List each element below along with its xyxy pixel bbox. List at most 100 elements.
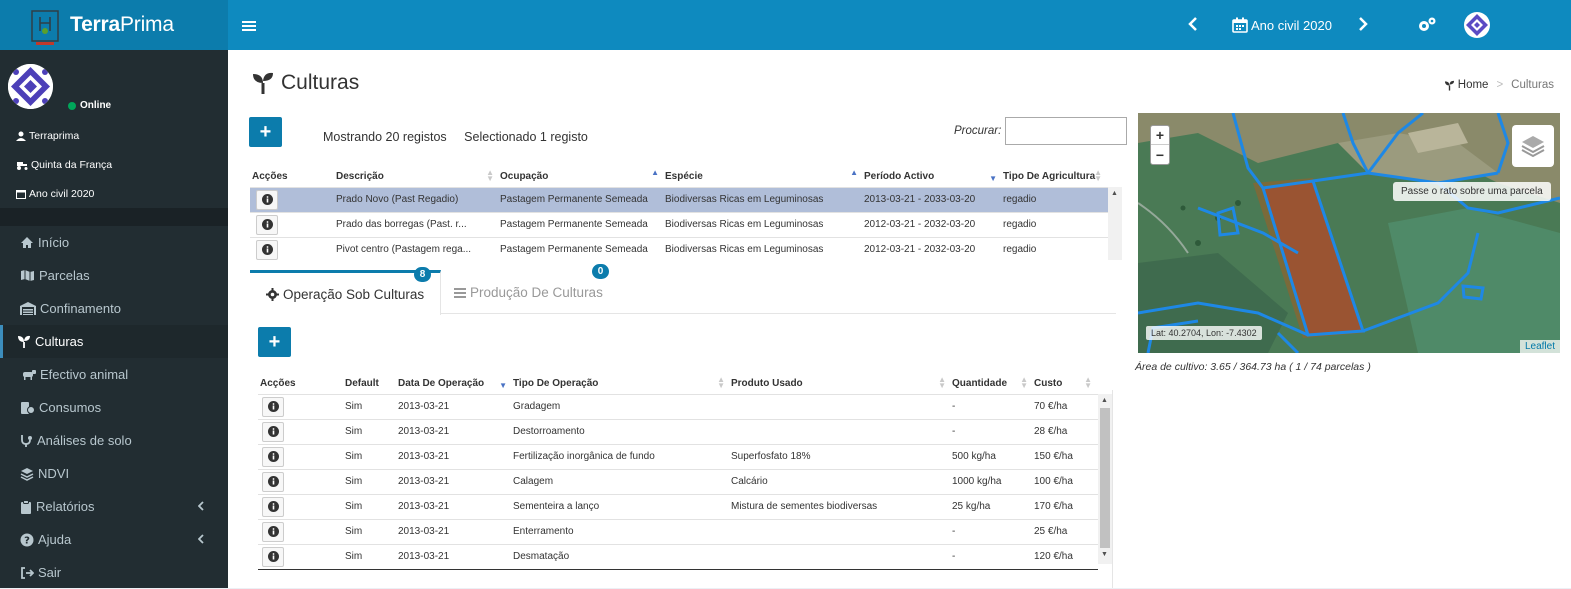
table-cell: -	[952, 518, 1034, 544]
year-selector[interactable]: Ano civil 2020	[1232, 17, 1332, 33]
operations-table: Acções Default Data De Operação ▼ Tipo De…	[258, 374, 1098, 570]
sidebar-item-efectivo-animal[interactable]: Efectivo animal	[0, 358, 228, 391]
info-circle-icon[interactable]	[262, 496, 284, 517]
scroll-up-icon[interactable]: ▲	[1101, 397, 1108, 404]
sidebar-item-sair[interactable]: Sair	[0, 556, 228, 589]
sidebar-item-inicio[interactable]: Início	[0, 226, 228, 259]
table-cell: 28 €/ha	[1034, 418, 1098, 444]
sidebar-item-confinamento[interactable]: Confinamento	[0, 292, 228, 325]
column-header-accoes[interactable]: Acções	[250, 167, 336, 187]
table-cell: Fertilização inorgânica de fundo	[513, 443, 731, 469]
table-cell	[731, 543, 952, 569]
info-circle-icon[interactable]	[262, 546, 284, 567]
parcels-map[interactable]: + − Passe o rato sobre uma parcela Lat: …	[1138, 113, 1560, 353]
sidebar-farm[interactable]: Quinta da França	[16, 159, 112, 171]
column-header-custo[interactable]: Custo ▲ ▼	[1034, 374, 1098, 394]
seedling-icon	[1444, 80, 1454, 91]
sidebar-item-consumos[interactable]: Consumos	[0, 391, 228, 424]
table-cell: 500 kg/ha	[952, 443, 1034, 469]
seedling-icon	[18, 335, 30, 348]
search-input[interactable]	[1005, 117, 1128, 145]
column-header-tipo-de-agricultura[interactable]: Tipo De Agricultura ▲ ▼	[1003, 167, 1108, 187]
sidebar-menu: Início Parcelas Confinamento Culturas Ef…	[0, 226, 228, 589]
info-circle-icon[interactable]	[262, 396, 284, 417]
settings-gears-icon[interactable]	[1417, 16, 1437, 39]
table-row[interactable]: Sim 2013-03-21 Enterramento -25 €/ha	[258, 518, 1098, 544]
table-row[interactable]: Sim 2013-03-21 Desmatação -120 €/ha	[258, 543, 1098, 569]
table-row[interactable]: Prado das borregas (Past. r... Pastagem …	[250, 211, 1108, 237]
add-crop-button[interactable]: +	[249, 117, 282, 147]
table-cell: 2013-03-21	[398, 493, 513, 519]
sort-icon: ▲ ▼	[1094, 168, 1102, 183]
sidebar-year[interactable]: Ano civil 2020	[16, 188, 94, 200]
sidebar-user[interactable]: Terraprima	[16, 130, 79, 142]
column-header-quantidade[interactable]: Quantidade ▲ ▼	[952, 374, 1034, 394]
info-circle-icon[interactable]	[256, 189, 278, 210]
zoom-in-button[interactable]: +	[1151, 126, 1169, 145]
info-circle-icon[interactable]	[262, 446, 284, 467]
sidebar-item-relatorios[interactable]: Relatórios	[0, 490, 228, 523]
chevron-left-icon	[197, 500, 208, 514]
map-coordinates: Lat: 40.2704, Lon: -7.4302	[1146, 326, 1262, 340]
breadcrumb-home[interactable]: Home	[1458, 79, 1489, 91]
column-header-accoes[interactable]: Acções	[258, 374, 345, 394]
sort-asc-icon: ▲	[850, 168, 858, 177]
info-circle-icon[interactable]	[256, 239, 278, 260]
table-row[interactable]: Pivot centro (Pastagem rega... Pastagem …	[250, 236, 1108, 262]
scroll-down-icon[interactable]: ▼	[1101, 551, 1108, 558]
main-content: Culturas Home > Culturas + Mostrando 20 …	[228, 50, 1571, 588]
sidebar-item-parcelas[interactable]: Parcelas	[0, 259, 228, 292]
column-header-tipo-de-operacao[interactable]: Tipo De Operação ▲ ▼	[513, 374, 731, 394]
brand[interactable]: TerraPrima	[0, 0, 228, 50]
table-row[interactable]: Sim 2013-03-21 Calagem Calcário 1000 kg/ha 10…	[258, 468, 1098, 494]
table-cell: 120 €/ha	[1034, 543, 1098, 569]
table-cell	[731, 393, 952, 419]
table-cell: 25 €/ha	[1034, 518, 1098, 544]
sidebar-item-ajuda[interactable]: ? Ajuda	[0, 523, 228, 556]
table-row[interactable]: Sim 2013-03-21 Gradagem -70 €/ha	[258, 393, 1098, 419]
layers-button[interactable]	[1512, 125, 1554, 167]
operations-count-badge: 8	[414, 267, 431, 282]
table-cell: Sim	[345, 443, 398, 469]
layers-icon	[20, 467, 34, 481]
sidebar-item-analises-de-solo[interactable]: Análises de solo	[0, 424, 228, 457]
tab-producao-de-culturas[interactable]: Produção De Culturas 0	[438, 264, 619, 314]
column-header-default[interactable]: Default	[345, 374, 398, 394]
info-circle-icon[interactable]	[262, 421, 284, 442]
scroll-up-icon[interactable]: ▲	[1111, 190, 1118, 197]
info-circle-icon[interactable]	[262, 521, 284, 542]
table-row[interactable]: Sim 2013-03-21 Fertilização inorgânica de …	[258, 443, 1098, 469]
operations-table-scrollbar[interactable]: ▲ ▼	[1098, 394, 1112, 564]
seedling-icon	[253, 72, 273, 94]
table-row[interactable]: Prado Novo (Past Regadio) Pastagem Perma…	[250, 186, 1108, 212]
table-row[interactable]: Sim 2013-03-21 Sementeira a lanço Mistura d…	[258, 493, 1098, 519]
table-row[interactable]: Sim 2013-03-21 Destorroamento -28 €/ha	[258, 418, 1098, 444]
table-cell: -	[952, 543, 1034, 569]
crops-table-scrollbar[interactable]: ▲	[1108, 187, 1122, 260]
column-header-data-de-operacao[interactable]: Data De Operação ▼	[398, 374, 513, 394]
sort-icon: ▲ ▼	[486, 168, 494, 183]
menu-toggle-icon[interactable]	[242, 17, 256, 38]
user-avatar[interactable]	[1464, 12, 1490, 38]
tab-operacao-sob-culturas[interactable]: Operação Sob Culturas 8	[250, 267, 442, 315]
add-operation-button[interactable]: +	[258, 327, 291, 357]
consumption-icon	[21, 401, 35, 414]
terraprima-logo	[28, 7, 62, 45]
next-year-button[interactable]	[1358, 15, 1368, 36]
scroll-thumb[interactable]	[1100, 408, 1110, 548]
sidebar-item-ndvi[interactable]: NDVI	[0, 457, 228, 490]
info-circle-icon[interactable]	[262, 471, 284, 492]
column-header-ocupacao[interactable]: Ocupação ▲	[500, 167, 665, 187]
column-header-produto-usado[interactable]: Produto Usado ▲ ▼	[731, 374, 952, 394]
question-circle-icon: ?	[20, 533, 34, 546]
info-circle-icon[interactable]	[256, 214, 278, 235]
previous-year-button[interactable]	[1188, 15, 1198, 36]
leaflet-attribution[interactable]: Leaflet	[1519, 340, 1560, 353]
table-cell: Superfosfato 18%	[731, 443, 952, 469]
cultivation-area-note: Área de cultivo: 3.65 / 364.73 ha ( 1 / …	[1135, 361, 1371, 373]
sidebar-item-culturas[interactable]: Culturas	[0, 325, 228, 358]
column-header-descricao[interactable]: Descrição ▲ ▼	[336, 167, 500, 187]
zoom-out-button[interactable]: −	[1151, 145, 1169, 164]
column-header-periodo-activo[interactable]: Período Activo ▼	[864, 167, 1003, 187]
column-header-especie[interactable]: Espécie ▲	[665, 167, 864, 187]
